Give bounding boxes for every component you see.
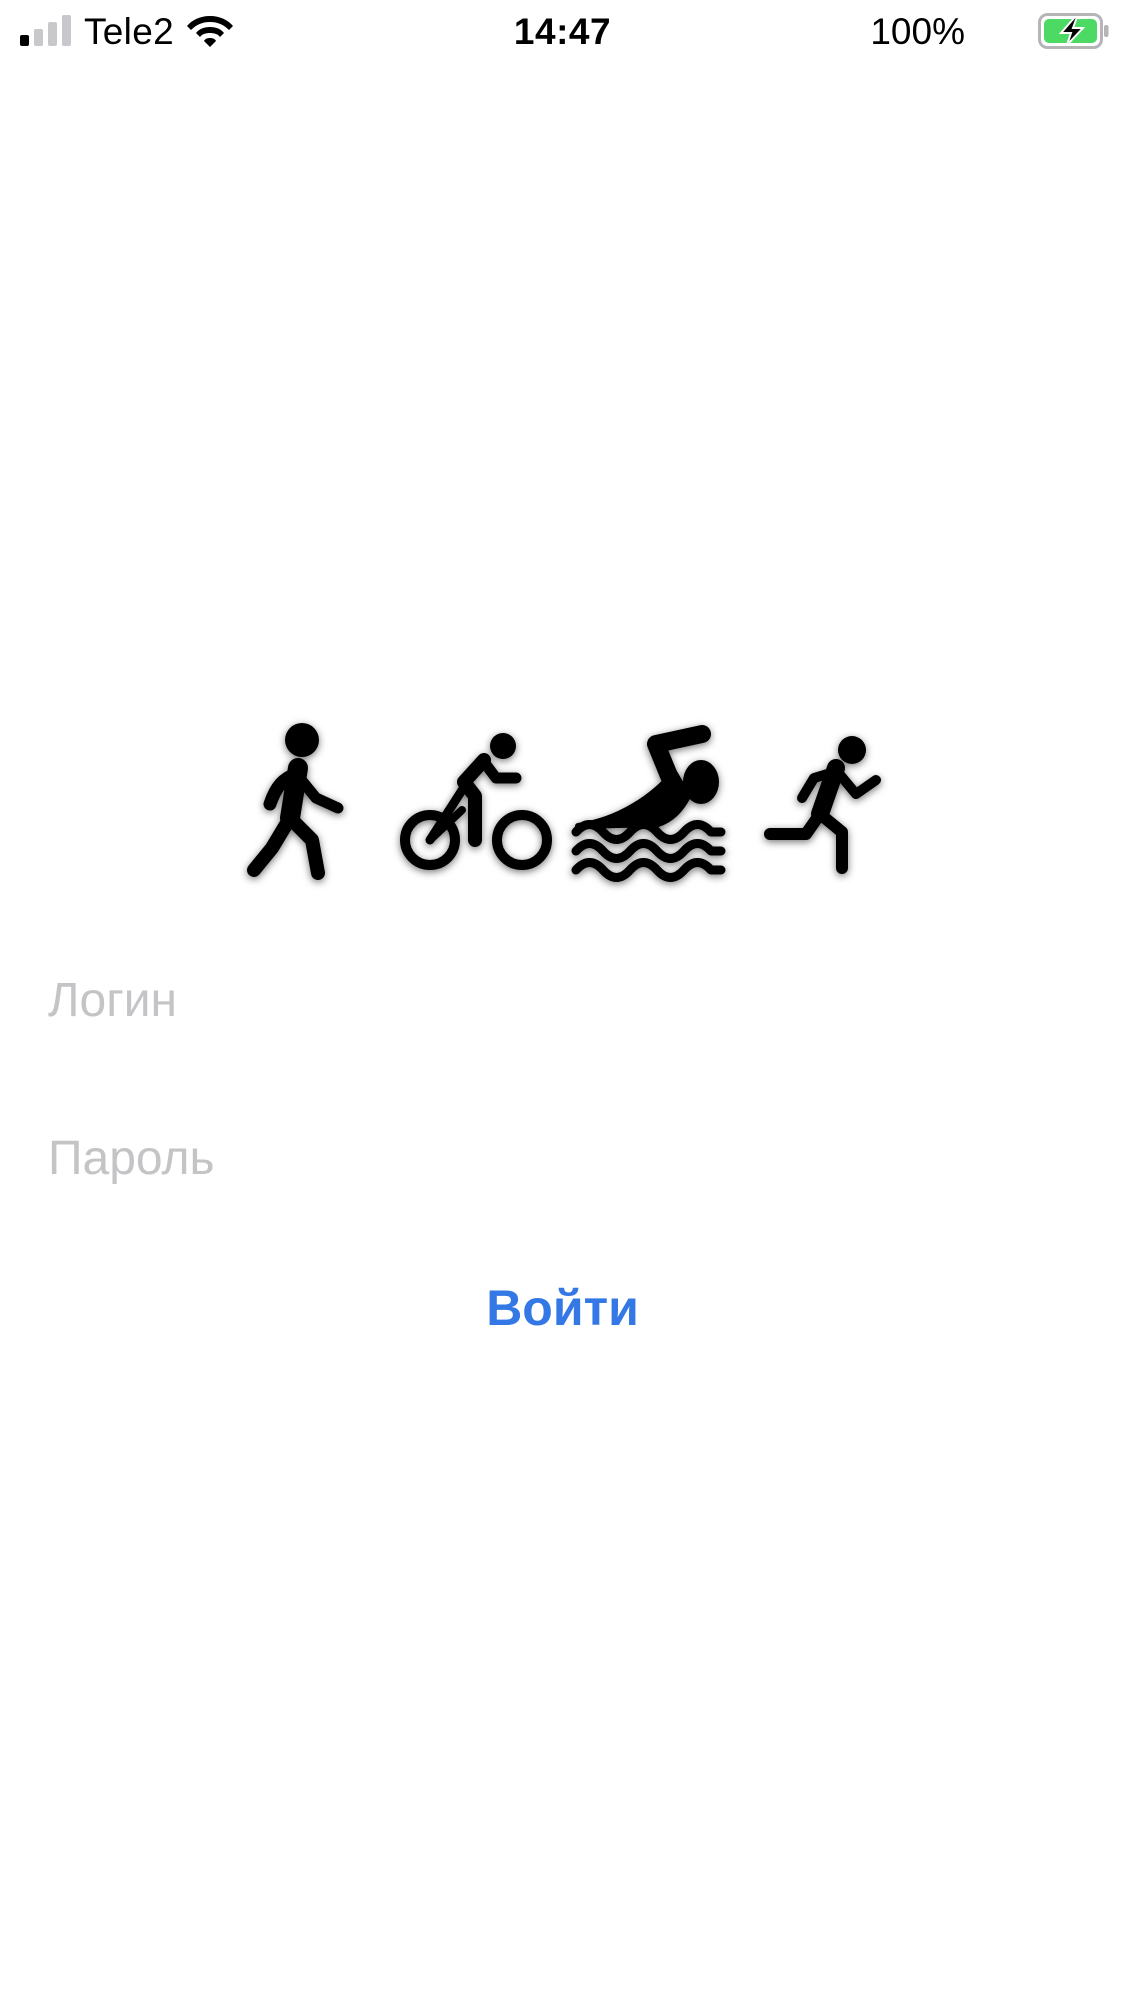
password-input[interactable]	[48, 1118, 1078, 1198]
sports-icons-row	[240, 720, 900, 890]
login-button[interactable]: Войти	[0, 1268, 1125, 1348]
status-bar: Tele2 14:47 100%	[0, 0, 1125, 66]
login-input[interactable]	[48, 960, 1078, 1040]
battery-percentage: 100%	[870, 11, 965, 52]
cycling-icon	[400, 720, 555, 890]
swimming-icon	[570, 720, 735, 890]
battery-charging-icon	[1038, 13, 1110, 49]
running-icon	[762, 720, 892, 890]
walking-icon	[240, 720, 360, 890]
